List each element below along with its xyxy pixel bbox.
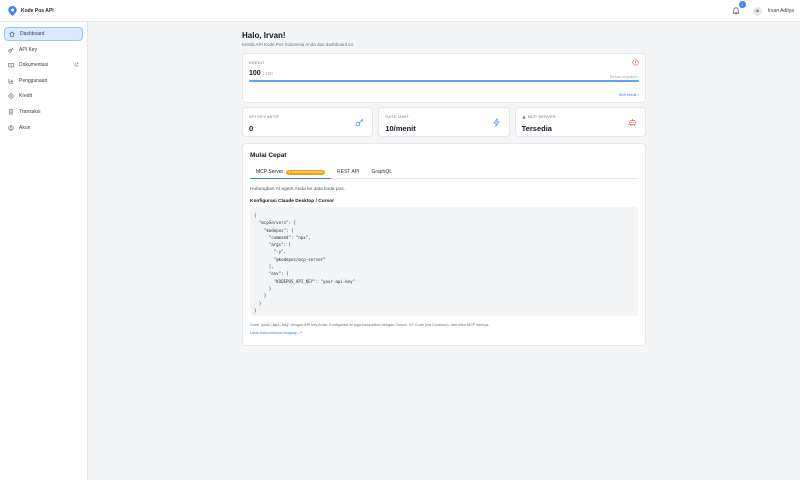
sidebar-item-transaksi[interactable]: Transaksi [4, 105, 83, 119]
sidebar-item-label: Dashboard [20, 31, 45, 37]
recommended-badge: ★ DIREKOMENDASIKAN [286, 169, 326, 175]
quick-start-tabs: MCP Server ★ DIREKOMENDASIKAN REST API G… [250, 169, 638, 179]
external-link-icon [74, 62, 79, 67]
notification-badge: 2 [738, 1, 746, 8]
page-subtitle: Kelola API Kode Pos Indonesia Anda dari … [242, 42, 355, 47]
credit-progress-bar [249, 80, 639, 82]
tab-graphql[interactable]: GraphQL [365, 169, 398, 179]
tab-mcp-server[interactable]: MCP Server ★ DIREKOMENDASIKAN [250, 169, 332, 179]
credit-value: 100 [249, 70, 261, 77]
quick-start-description: Hubungkan AI agent Anda ke data kode pos… [250, 187, 345, 192]
sidebar-item-penggunaan[interactable]: Penggunaan [4, 74, 83, 88]
credit-progress-fill [249, 80, 639, 82]
note-code: your-api-key [260, 322, 290, 327]
config-code-block[interactable]: { "mcpServers": { "kodepos": { "command"… [250, 207, 638, 316]
sidebar-item-api-key[interactable]: API Key [4, 43, 83, 57]
key-icon [8, 47, 14, 53]
user-icon [8, 124, 14, 131]
avatar[interactable]: IA [752, 6, 762, 16]
home-icon [9, 31, 15, 37]
stat-value: 0 [249, 124, 254, 133]
book-icon [8, 62, 14, 68]
sidebar-item-dokumentasi[interactable]: Dokumentasi [4, 58, 83, 72]
robot-icon [629, 119, 636, 126]
config-title: Konfigurasi Claude Desktop / Cursor [250, 199, 334, 204]
chart-icon [8, 78, 14, 84]
sidebar-item-label: API Key [19, 46, 38, 53]
sidebar-item-label: Kredit [19, 93, 33, 100]
sidebar-item-label: Dokumentasi [19, 62, 49, 69]
lightning-icon [493, 118, 500, 127]
sidebar-item-kredit[interactable]: Kredit [4, 89, 83, 103]
location-pin-icon [8, 5, 17, 16]
stat-label: API KEY AKTIF [249, 114, 280, 119]
alert-icon [632, 59, 639, 66]
sidebar-item-akun[interactable]: Akun [4, 121, 83, 135]
main-content: Halo, Irvan! Kelola API Kode Pos Indones… [242, 22, 646, 346]
sidebar-item-label: Akun [19, 124, 31, 131]
credit-card: KREDIT 100 / 100 Belum terpakai › Beli k… [242, 53, 646, 103]
receipt-icon [8, 109, 14, 115]
credit-total: / 100 [262, 71, 273, 76]
buy-credit-link[interactable]: Beli kredit › [619, 92, 639, 97]
stat-rate-limit: RATE LIMIT 10/menit [378, 107, 510, 137]
bell-icon [732, 7, 740, 15]
config-note: Ganti your-api-key dengan API key Anda. … [250, 322, 490, 327]
sidebar-item-label: Transaksi [19, 108, 41, 115]
quick-start-card: Mulai Cepat MCP Server ★ DIREKOMENDASIKA… [242, 143, 646, 346]
tab-rest-api[interactable]: REST API [331, 169, 365, 179]
stat-label: MCP SERVER [522, 114, 639, 119]
top-bar: Kode Pos API 2 IA Irvan Aditya [0, 0, 800, 22]
stat-api-key: API KEY AKTIF 0 [242, 107, 374, 137]
user-name[interactable]: Irvan Aditya [768, 8, 794, 14]
stat-value: Tersedia [521, 124, 552, 133]
stat-label: RATE LIMIT [385, 114, 410, 119]
brand[interactable]: Kode Pos API [0, 5, 54, 16]
quick-start-title: Mulai Cepat [250, 152, 287, 159]
brand-name: Kode Pos API [21, 7, 54, 14]
stats-row: API KEY AKTIF 0 RATE LIMIT 10/menit MCP … [242, 107, 646, 137]
lock-icon [522, 114, 525, 119]
coin-icon [8, 93, 14, 99]
full-docs-link[interactable]: Lihat dokumentasi lengkap ↗ [250, 330, 638, 335]
notification-button[interactable]: 2 [731, 1, 746, 16]
sidebar-item-dashboard[interactable]: Dashboard [4, 27, 83, 41]
stat-mcp-server: MCP SERVER Tersedia [514, 107, 646, 137]
sidebar-item-label: Penggunaan [19, 77, 48, 84]
key-icon [356, 118, 364, 127]
page-title: Halo, Irvan! [242, 31, 286, 40]
credit-status: Belum terpakai › [609, 74, 639, 79]
sidebar: Dashboard API Key Dokumentasi Penggunaan… [0, 22, 88, 480]
stat-value: 10/menit [385, 124, 416, 133]
credit-label: KREDIT [249, 60, 265, 65]
